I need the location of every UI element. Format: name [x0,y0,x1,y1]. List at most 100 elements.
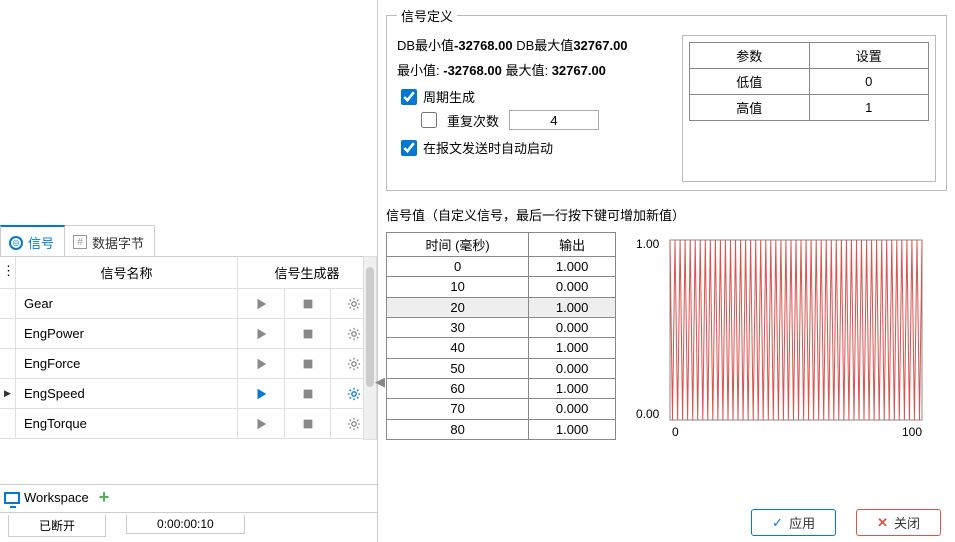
scrollbar[interactable] [363,256,377,440]
db-max-label: DB最大值 [516,38,573,53]
cell-out[interactable]: 1.000 [529,378,616,398]
signal-name[interactable]: Gear [16,289,238,318]
cell-out[interactable]: 1.000 [529,338,616,358]
status-connection: 已断开 [8,515,106,537]
left-panel: ◎ 信号 # 数据字节 ⋮ 信号名称 信号生成器 GearEngPowerEng… [0,0,378,542]
time-table[interactable]: 时间 (毫秒) 输出 01.000100.000201.000300.00040… [386,232,616,440]
repeat-label: 重复次数 [447,111,499,130]
table-row[interactable]: 300.000 [387,317,616,337]
signal-name[interactable]: EngTorque [16,409,238,438]
apply-label: 应用 [789,513,815,532]
close-label: 关闭 [894,513,920,532]
tab-signal[interactable]: ◎ 信号 [0,225,65,256]
table-row[interactable]: 201.000 [387,297,616,317]
tab-data-bytes[interactable]: # 数据字节 [64,225,155,256]
db-min-label: DB最小值 [397,38,454,53]
row-marker [0,289,16,318]
cell-out[interactable]: 1.000 [529,257,616,277]
check-icon: ✓ [772,515,783,531]
hash-icon: # [73,235,87,249]
play-button[interactable] [238,409,285,438]
tab-signal-label: 信号 [28,233,54,252]
table-row[interactable]: 100.000 [387,277,616,297]
signal-row[interactable]: EngPower [0,319,377,349]
status-time: 0:00:00:10 [126,515,245,534]
table-row[interactable]: 401.000 [387,338,616,358]
cell-time[interactable]: 80 [387,419,529,439]
row-marker [0,349,16,378]
signal-row[interactable]: EngForce [0,349,377,379]
workspace-label[interactable]: Workspace [24,490,89,505]
signal-name[interactable]: EngPower [16,319,238,348]
max-val: 32767.00 [552,63,606,78]
signal-definition-legend: 信号定义 [397,6,457,25]
tab-data-bytes-label: 数据字节 [92,233,144,252]
row-marker [0,409,16,438]
row-marker [0,319,16,348]
min-label: 最小值: [397,63,440,78]
col-handle[interactable]: ⋮ [0,257,16,288]
cell-out[interactable]: 0.000 [529,358,616,378]
db-max-val: 32767.00 [573,38,627,53]
param-row1-v[interactable]: 1 [809,95,929,121]
cell-time[interactable]: 70 [387,399,529,419]
monitor-icon [4,492,20,504]
status-bar: 已断开 0:00:00:10 [0,512,378,542]
scroll-thumb[interactable] [366,267,374,387]
table-row[interactable]: 700.000 [387,399,616,419]
table-row[interactable]: 601.000 [387,378,616,398]
apply-button[interactable]: ✓ 应用 [751,509,836,536]
signal-name[interactable]: EngForce [16,349,238,378]
param-row1-k[interactable]: 高值 [690,95,810,121]
signal-name[interactable]: EngSpeed [16,379,238,408]
signal-icon: ◎ [9,236,23,250]
cell-out[interactable]: 0.000 [529,317,616,337]
button-row: ✓ 应用 ✕ 关闭 [751,509,941,536]
cell-time[interactable]: 60 [387,378,529,398]
stop-button[interactable] [285,319,332,348]
play-button[interactable] [238,379,285,408]
cell-time[interactable]: 30 [387,317,529,337]
signal-row[interactable]: EngTorque [0,409,377,439]
cell-out[interactable]: 0.000 [529,399,616,419]
signal-chart: 1.00 0.00 0 100 [630,232,930,440]
autostart-label: 在报文发送时自动启动 [423,138,553,157]
cell-out[interactable]: 1.000 [529,297,616,317]
signal-row[interactable]: EngSpeed [0,379,377,409]
add-workspace-button[interactable]: + [93,487,116,508]
table-row[interactable]: 801.000 [387,419,616,439]
cell-time[interactable]: 50 [387,358,529,378]
repeat-checkbox[interactable] [421,112,437,128]
param-row0-k[interactable]: 低值 [690,69,810,95]
signal-value-title: 信号值（自定义信号，最后一行按下键可增加新值） [386,205,947,224]
ytick-min: 0.00 [636,407,660,421]
stop-button[interactable] [285,409,332,438]
col-gen-header[interactable]: 信号生成器 [238,257,377,288]
close-button[interactable]: ✕ 关闭 [856,509,941,536]
signal-grid-header: ⋮ 信号名称 信号生成器 [0,257,377,289]
play-button[interactable] [238,349,285,378]
xtick-min: 0 [672,425,679,439]
play-button[interactable] [238,289,285,318]
signal-row[interactable]: Gear [0,289,377,319]
col-name-header[interactable]: 信号名称 [16,257,238,288]
cell-time[interactable]: 40 [387,338,529,358]
autostart-checkbox[interactable] [401,140,417,156]
table-row[interactable]: 01.000 [387,257,616,277]
param-row0-v[interactable]: 0 [809,69,929,95]
stop-button[interactable] [285,289,332,318]
cell-time[interactable]: 0 [387,257,529,277]
cell-time[interactable]: 10 [387,277,529,297]
cell-out[interactable]: 0.000 [529,277,616,297]
param-table: 参数 设置 低值 0 高值 1 [689,42,929,121]
table-row[interactable]: 500.000 [387,358,616,378]
cell-out[interactable]: 1.000 [529,419,616,439]
stop-button[interactable] [285,379,332,408]
cell-time[interactable]: 20 [387,297,529,317]
play-button[interactable] [238,319,285,348]
periodic-checkbox[interactable] [401,89,417,105]
signal-definition-box: 信号定义 DB最小值-32768.00 DB最大值32767.00 最小值: -… [386,6,947,191]
repeat-input[interactable] [509,110,599,130]
close-icon: ✕ [877,515,888,531]
stop-button[interactable] [285,349,332,378]
